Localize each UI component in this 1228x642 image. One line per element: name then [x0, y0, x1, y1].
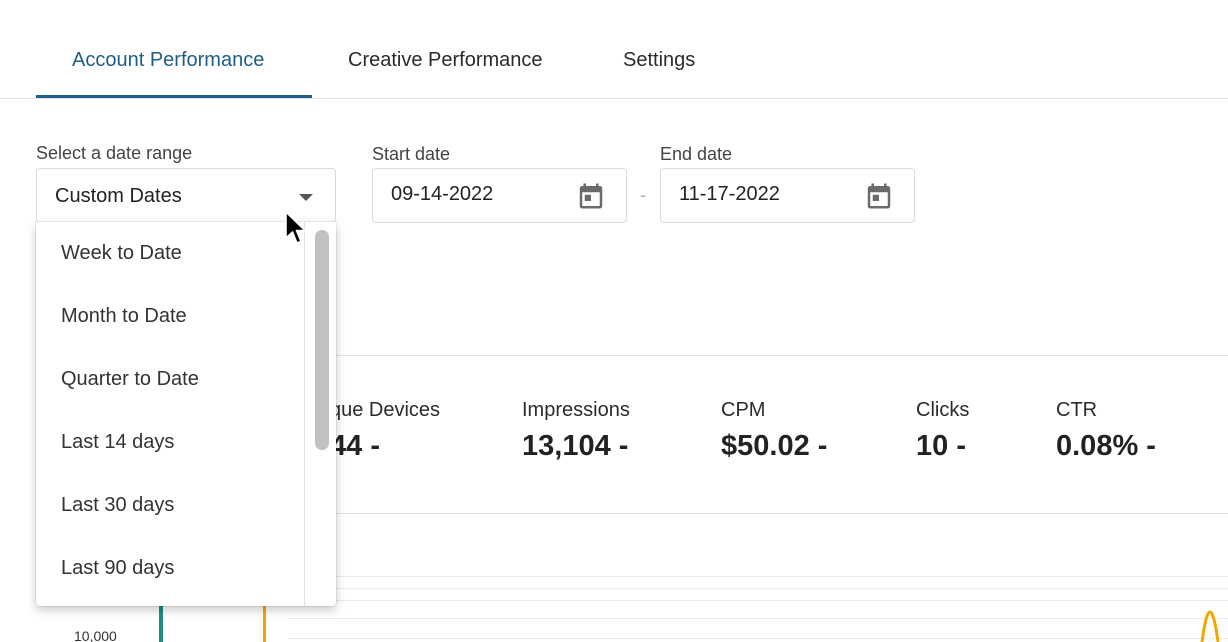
active-tab-indicator — [36, 95, 312, 98]
dropdown-scrollbar[interactable] — [304, 222, 336, 606]
chart-series-line — [1200, 610, 1220, 642]
chart-gridline — [288, 618, 1228, 619]
start-date-field[interactable] — [372, 168, 627, 223]
end-date-input[interactable] — [679, 183, 849, 206]
date-range-value: Custom Dates — [55, 185, 182, 207]
metric-label-impressions: Impressions — [522, 399, 630, 421]
date-range-dropdown-menu: Week to Date Month to Date Quarter to Da… — [36, 222, 336, 606]
metric-value-ctr: 0.08% - — [1056, 430, 1156, 462]
metric-label-ctr: CTR — [1056, 399, 1098, 421]
metric-value-unique-devices: 44 - — [330, 430, 380, 462]
chart-axis-orange — [263, 600, 266, 642]
metric-value-cpm: $50.02 - — [721, 430, 828, 462]
end-date-field[interactable] — [660, 168, 915, 223]
end-date-label: End date — [660, 144, 733, 164]
chart-gridline — [288, 576, 1228, 577]
tab-settings[interactable]: Settings — [623, 49, 695, 72]
dropdown-option[interactable]: Month to Date — [61, 305, 187, 328]
dropdown-option[interactable]: Quarter to Date — [61, 368, 199, 391]
chart-y-tick: 10,000 — [74, 628, 117, 642]
dropdown-option[interactable]: Last 90 days — [61, 557, 174, 580]
calendar-icon[interactable] — [864, 181, 894, 211]
metric-label-cpm: CPM — [721, 399, 766, 421]
dropdown-option[interactable]: Last 30 days — [61, 494, 174, 517]
dropdown-option[interactable]: Week to Date — [61, 242, 182, 265]
tab-account-performance[interactable]: Account Performance — [72, 49, 264, 72]
start-date-input[interactable] — [391, 183, 561, 206]
metric-value-clicks: 10 - — [916, 430, 966, 462]
tab-creative-performance[interactable]: Creative Performance — [348, 49, 543, 72]
caret-down-icon — [299, 194, 313, 201]
dropdown-scrollbar-thumb[interactable] — [315, 230, 329, 450]
chart-axis-teal — [159, 600, 163, 642]
chart-gridline — [288, 600, 1228, 601]
chart-gridline — [288, 588, 1228, 589]
metric-label-clicks: Clicks — [916, 399, 970, 421]
chart-gridline — [288, 638, 1228, 639]
dropdown-option[interactable]: Last 14 days — [61, 431, 174, 454]
date-separator: - — [640, 185, 646, 205]
calendar-icon[interactable] — [576, 181, 606, 211]
start-date-label: Start date — [372, 144, 451, 164]
metric-value-impressions: 13,104 - — [522, 430, 629, 462]
metric-label-unique-devices: que Devices — [330, 399, 441, 421]
date-range-label: Select a date range — [36, 143, 193, 163]
mouse-pointer-icon — [285, 211, 306, 244]
